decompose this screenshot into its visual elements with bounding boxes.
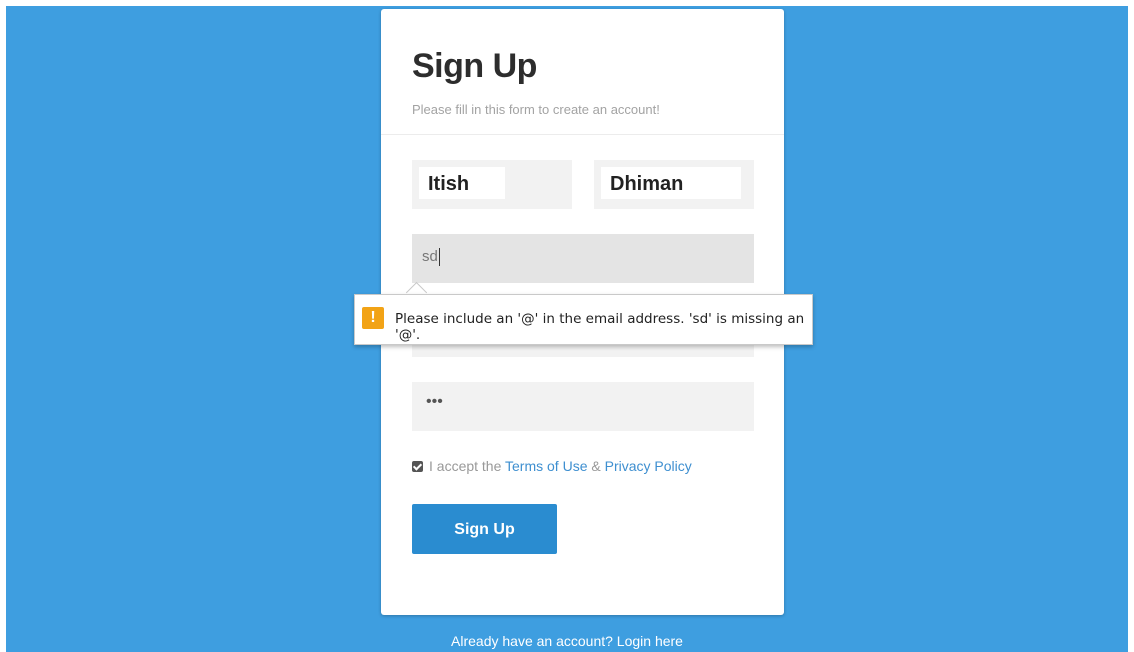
email-value: sd [422,248,440,267]
last-name-value: Dhiman [601,167,741,199]
first-name-field[interactable]: Itish [412,160,572,209]
text-caret [438,248,440,267]
validation-tooltip: ! Please include an '@' in the email add… [354,294,813,345]
terms-ampersand: & [587,458,605,474]
sign-up-button[interactable]: Sign Up [412,504,557,554]
privacy-policy-link[interactable]: Privacy Policy [605,458,692,474]
first-name-value: Itish [419,167,505,199]
page-title: Sign Up [412,47,537,85]
terms-prefix: I accept the [429,458,506,474]
warning-icon: ! [362,307,384,329]
password-mask: ••• [426,393,443,410]
terms-row: I accept the Terms of Use & Privacy Poli… [412,458,692,474]
validation-message: Please include an '@' in the email addre… [395,311,805,343]
last-name-field[interactable]: Dhiman [594,160,754,209]
login-link[interactable]: Already have an account? Login here [0,633,1134,649]
terms-of-use-link[interactable]: Terms of Use [505,458,587,474]
email-field[interactable]: sd [412,234,754,283]
confirm-password-field[interactable]: ••• [412,382,754,431]
terms-checkbox[interactable] [412,461,423,472]
form-subtitle: Please fill in this form to create an ac… [412,102,660,117]
divider [381,134,784,135]
